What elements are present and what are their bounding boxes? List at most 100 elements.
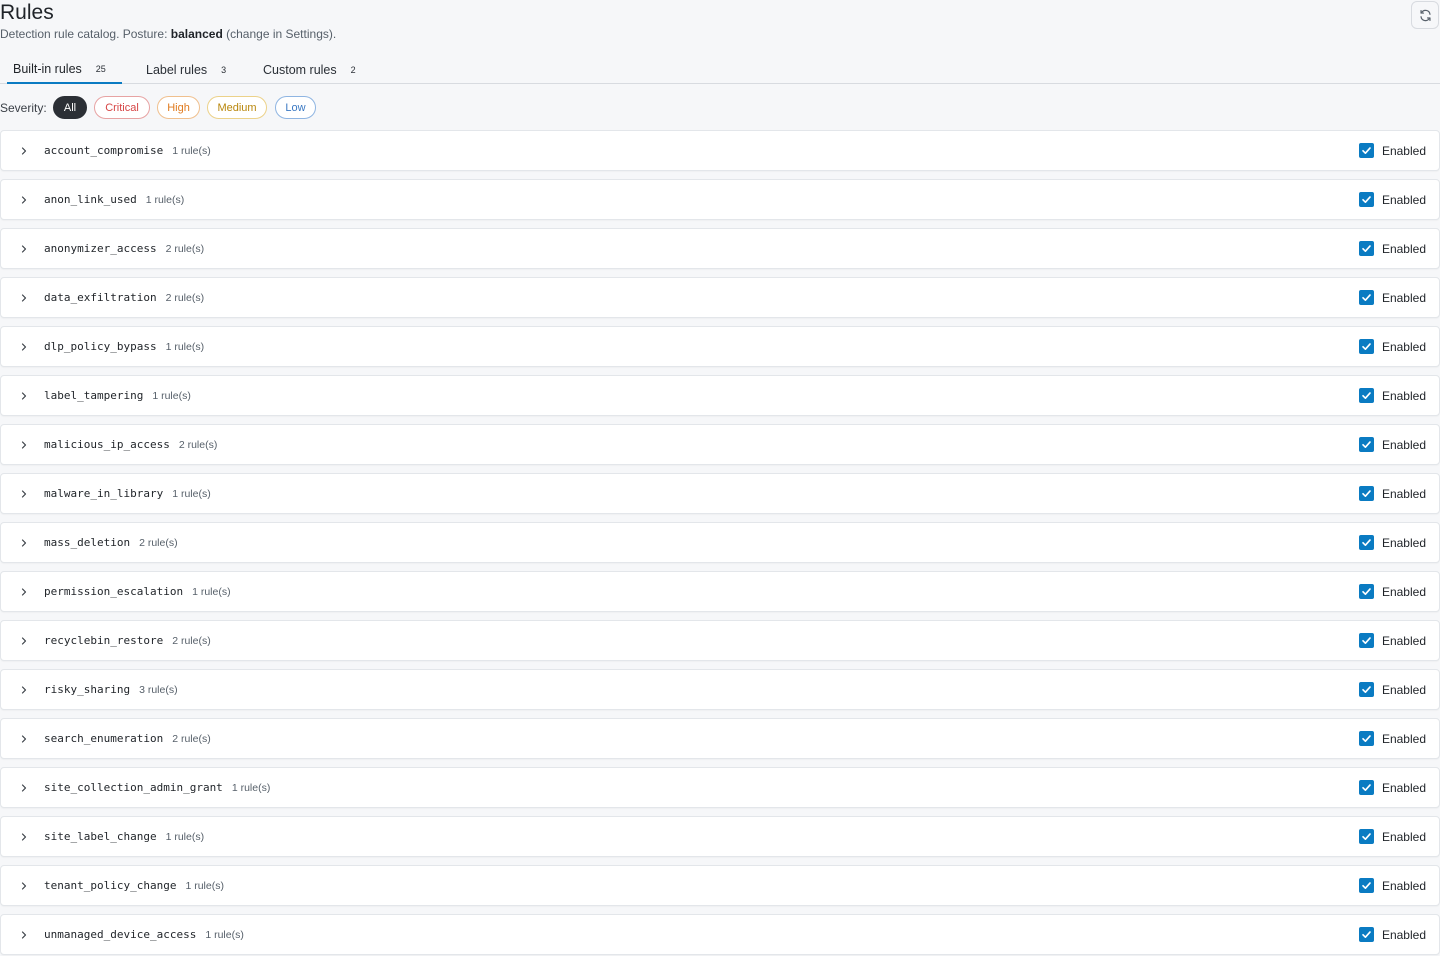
rule-row[interactable]: site_collection_admin_grant 1 rule(s) Enab… — [0, 767, 1440, 808]
enabled-checkbox[interactable] — [1358, 486, 1374, 501]
rule-count: 2 rule(s) — [178, 439, 218, 451]
tab-built-in-rules[interactable]: Built-in rules 25 — [7, 55, 122, 84]
chevron-right-icon[interactable] — [19, 684, 29, 696]
rule-name: recyclebin_restore 2 rule(s) — [44, 634, 211, 647]
rule-row[interactable]: anon_link_used 1 rule(s) Enabled — [0, 179, 1440, 220]
enabled-checkbox[interactable] — [1358, 682, 1374, 697]
enabled-checkbox[interactable] — [1358, 780, 1374, 795]
enabled-toggle[interactable]: Enabled — [1358, 486, 1426, 501]
rule-row[interactable]: malicious_ip_access 2 rule(s) Enabled — [0, 424, 1440, 465]
check-icon — [1362, 735, 1371, 742]
check-icon — [1362, 294, 1371, 301]
rule-row[interactable]: recyclebin_restore 2 rule(s) Enabled — [0, 620, 1440, 661]
severity-pill-medium[interactable]: Medium — [207, 96, 267, 119]
enabled-checkbox[interactable] — [1358, 584, 1374, 599]
chevron-right-icon[interactable] — [19, 145, 29, 157]
rule-row[interactable]: account_compromise 1 rule(s) Enabled — [0, 130, 1440, 171]
enabled-checkbox[interactable] — [1358, 927, 1374, 942]
check-icon — [1362, 882, 1371, 889]
check-icon — [1362, 539, 1371, 546]
enabled-label: Enabled — [1381, 437, 1426, 452]
enabled-checkbox[interactable] — [1358, 731, 1374, 746]
enabled-toggle[interactable]: Enabled — [1358, 682, 1426, 697]
enabled-toggle[interactable]: Enabled — [1358, 339, 1426, 354]
tab-count: 25 — [95, 63, 106, 74]
severity-pill-low[interactable]: Low — [275, 96, 316, 119]
chevron-right-icon[interactable] — [19, 733, 29, 745]
enabled-checkbox[interactable] — [1358, 339, 1374, 354]
chevron-right-icon[interactable] — [19, 537, 29, 549]
enabled-checkbox[interactable] — [1358, 437, 1374, 452]
chevron-right-icon[interactable] — [19, 292, 29, 304]
severity-pill-critical[interactable]: Critical — [94, 96, 150, 119]
rule-row[interactable]: site_label_change 1 rule(s) Enabled — [0, 816, 1440, 857]
page-header: Rules Detection rule catalog. Posture: b… — [0, 0, 1440, 48]
rule-count: 3 rule(s) — [139, 684, 178, 696]
rule-name: account_compromise 1 rule(s) — [44, 144, 211, 157]
enabled-toggle[interactable]: Enabled — [1358, 584, 1426, 599]
rule-count: 2 rule(s) — [165, 243, 205, 255]
chevron-right-icon[interactable] — [19, 439, 29, 451]
chevron-right-icon[interactable] — [19, 635, 29, 647]
enabled-checkbox[interactable] — [1358, 241, 1374, 256]
enabled-toggle[interactable]: Enabled — [1358, 388, 1426, 403]
enabled-toggle[interactable]: Enabled — [1358, 927, 1426, 942]
enabled-label: Enabled — [1381, 780, 1426, 795]
enabled-checkbox[interactable] — [1358, 829, 1374, 844]
rule-row[interactable]: risky_sharing 3 rule(s) Enabled — [0, 669, 1440, 710]
rule-name: anonymizer_access 2 rule(s) — [44, 242, 205, 255]
enabled-checkbox[interactable] — [1358, 388, 1374, 403]
enabled-toggle[interactable]: Enabled — [1358, 241, 1426, 256]
severity-pill-high[interactable]: High — [157, 96, 200, 119]
enabled-label: Enabled — [1381, 878, 1426, 893]
enabled-toggle[interactable]: Enabled — [1358, 143, 1426, 158]
enabled-toggle[interactable]: Enabled — [1358, 290, 1426, 305]
enabled-toggle[interactable]: Enabled — [1358, 437, 1426, 452]
severity-pill-all[interactable]: All — [53, 96, 87, 119]
chevron-right-icon[interactable] — [19, 341, 29, 353]
enabled-label: Enabled — [1381, 290, 1426, 305]
enabled-label: Enabled — [1381, 143, 1426, 158]
rule-row[interactable]: label_tampering 1 rule(s) Enabled — [0, 375, 1440, 416]
enabled-checkbox[interactable] — [1358, 878, 1374, 893]
tab-label-rules[interactable]: Label rules 3 — [146, 55, 226, 84]
enabled-checkbox[interactable] — [1358, 143, 1374, 158]
rule-row[interactable]: search_enumeration 2 rule(s) Enabled — [0, 718, 1440, 759]
rule-row[interactable]: permission_escalation 1 rule(s) Enabled — [0, 571, 1440, 612]
rule-row[interactable]: data_exfiltration 2 rule(s) Enabled — [0, 277, 1440, 318]
enabled-checkbox[interactable] — [1358, 633, 1374, 648]
enabled-toggle[interactable]: Enabled — [1358, 829, 1426, 844]
severity-label: Severity: — [0, 101, 47, 115]
check-icon — [1362, 833, 1371, 840]
enabled-toggle[interactable]: Enabled — [1358, 192, 1426, 207]
enabled-checkbox[interactable] — [1358, 535, 1374, 550]
chevron-right-icon[interactable] — [19, 782, 29, 794]
rule-row[interactable]: tenant_policy_change 1 rule(s) Enabled — [0, 865, 1440, 906]
chevron-right-icon[interactable] — [19, 586, 29, 598]
rule-row[interactable]: anonymizer_access 2 rule(s) Enabled — [0, 228, 1440, 269]
chevron-right-icon[interactable] — [19, 929, 29, 941]
enabled-toggle[interactable]: Enabled — [1358, 535, 1426, 550]
rule-name: malware_in_library 1 rule(s) — [44, 487, 211, 500]
chevron-right-icon[interactable] — [19, 488, 29, 500]
enabled-toggle[interactable]: Enabled — [1358, 731, 1426, 746]
refresh-button[interactable] — [1411, 1, 1439, 29]
page-title: Rules — [0, 1, 54, 24]
enabled-checkbox[interactable] — [1358, 192, 1374, 207]
enabled-checkbox[interactable] — [1358, 290, 1374, 305]
chevron-right-icon[interactable] — [19, 390, 29, 402]
rule-row[interactable]: malware_in_library 1 rule(s) Enabled — [0, 473, 1440, 514]
chevron-right-icon[interactable] — [19, 880, 29, 892]
enabled-toggle[interactable]: Enabled — [1358, 878, 1426, 893]
chevron-right-icon[interactable] — [19, 831, 29, 843]
chevron-right-icon[interactable] — [19, 194, 29, 206]
enabled-toggle[interactable]: Enabled — [1358, 780, 1426, 795]
rule-count: 1 rule(s) — [172, 488, 211, 500]
tab-custom-rules[interactable]: Custom rules 2 — [263, 55, 356, 84]
rule-row[interactable]: mass_deletion 2 rule(s) Enabled — [0, 522, 1440, 563]
rule-row[interactable]: dlp_policy_bypass 1 rule(s) Enabled — [0, 326, 1440, 367]
enabled-toggle[interactable]: Enabled — [1358, 633, 1426, 648]
check-icon — [1362, 637, 1371, 644]
rule-row[interactable]: unmanaged_device_access 1 rule(s) Enabled — [0, 914, 1440, 955]
chevron-right-icon[interactable] — [19, 243, 29, 255]
